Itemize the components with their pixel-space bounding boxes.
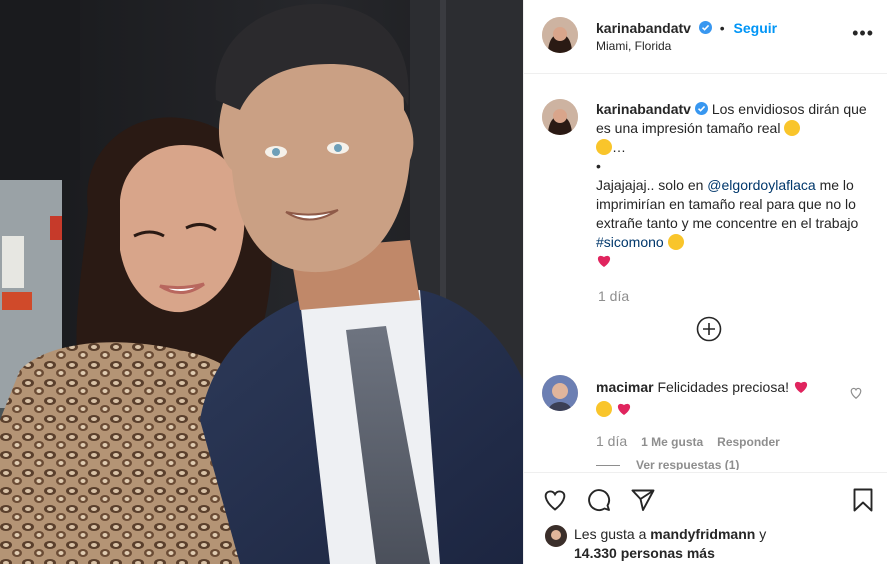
comment-author-avatar[interactable] bbox=[542, 375, 578, 411]
comment-text: Felicidades preciosa! bbox=[657, 379, 789, 395]
post-photo[interactable] bbox=[0, 0, 523, 564]
photo-illustration bbox=[0, 0, 523, 564]
liker-avatar[interactable] bbox=[545, 525, 567, 547]
author-avatar[interactable] bbox=[542, 17, 578, 53]
separator-dot: • bbox=[719, 20, 725, 36]
more-options-icon[interactable]: ••• bbox=[852, 24, 874, 42]
likes-summary: Les gusta a mandyfridmann y 14.330 perso… bbox=[574, 525, 874, 563]
caption-author[interactable]: karinabandatv bbox=[596, 101, 691, 117]
heart-icon[interactable] bbox=[542, 487, 568, 513]
comment-like-heart-icon[interactable] bbox=[849, 386, 863, 400]
liker-username[interactable]: mandyfridmann bbox=[650, 526, 755, 542]
broken-heart-emoji-icon bbox=[596, 253, 612, 269]
comment-likes-count[interactable]: 1 Me gusta bbox=[641, 435, 703, 449]
likes-joiner: y bbox=[759, 526, 767, 542]
caption-time[interactable]: 1 día bbox=[598, 288, 629, 304]
header-line: karinabandatv • Seguir bbox=[596, 20, 777, 36]
view-replies-button[interactable]: Ver respuestas (1) bbox=[596, 458, 739, 470]
hashtag-link[interactable]: #sicomono bbox=[596, 234, 664, 250]
post-header: karinabandatv • Seguir Miami, Florida ••… bbox=[524, 0, 887, 74]
reply-button[interactable]: Responder bbox=[717, 435, 780, 449]
follow-button[interactable]: Seguir bbox=[734, 20, 778, 36]
comment-icon[interactable] bbox=[586, 487, 612, 513]
likes-others-count[interactable]: 14.330 personas más bbox=[574, 545, 715, 561]
post-caption: karinabandatv Los envidiosos dirán que e… bbox=[596, 100, 868, 271]
view-replies-label: Ver respuestas (1) bbox=[636, 458, 740, 470]
author-username[interactable]: karinabandatv bbox=[596, 20, 691, 36]
post-side-panel: karinabandatv • Seguir Miami, Florida ••… bbox=[523, 0, 887, 564]
rofl-emoji-icon bbox=[596, 139, 612, 155]
post-location[interactable]: Miami, Florida bbox=[596, 39, 671, 53]
zany-face-emoji-icon bbox=[784, 120, 801, 136]
caption-bullet: • bbox=[596, 158, 601, 174]
verified-badge-icon bbox=[698, 21, 712, 34]
mention-link[interactable]: @elgordoylaflaca bbox=[707, 177, 815, 193]
kissing-face-emoji-icon bbox=[596, 401, 612, 417]
comment: macimar Felicidades preciosa! bbox=[596, 376, 846, 420]
heart-emoji-icon bbox=[793, 379, 809, 395]
caption-text-2: Jajajajaj.. solo en bbox=[596, 177, 704, 193]
laughing-emoji-icon bbox=[667, 234, 684, 250]
bookmark-icon[interactable] bbox=[850, 487, 876, 513]
comment-meta: 1 día 1 Me gusta Responder bbox=[596, 433, 780, 449]
caption-author-avatar[interactable] bbox=[542, 99, 578, 135]
heart-emoji-icon bbox=[616, 401, 632, 417]
paper-plane-icon[interactable] bbox=[630, 487, 656, 513]
likes-prefix: Les gusta a bbox=[574, 526, 647, 542]
plus-circle-icon[interactable] bbox=[696, 316, 722, 342]
action-bar: Les gusta a mandyfridmann y 14.330 perso… bbox=[524, 472, 887, 564]
comment-author[interactable]: macimar bbox=[596, 379, 654, 395]
verified-badge-icon bbox=[694, 102, 708, 115]
caption-ellipsis: … bbox=[612, 139, 626, 155]
comment-time[interactable]: 1 día bbox=[596, 433, 627, 449]
